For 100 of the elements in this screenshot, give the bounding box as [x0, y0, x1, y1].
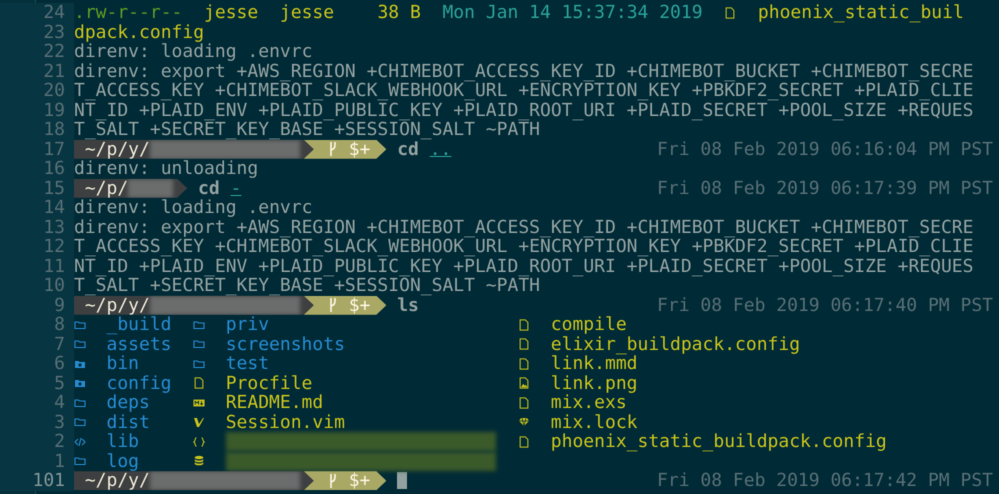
- vim-icon: [193, 416, 206, 428]
- folder-icon: [74, 416, 86, 428]
- output-line: NT_ID +PLAID_ENV +PLAID_PUBLIC_KEY +PLAID_ROOT_URI +PLAID_SECRET +POOL_SIZE +REQUES: [74, 100, 974, 120]
- timestamp: Fri 08 Feb 2019 06:17:39 PM PST: [657, 178, 993, 198]
- line-number: 8: [0, 315, 74, 334]
- output-line: direnv: loading .envrc: [74, 198, 312, 218]
- command-argument: ..: [430, 140, 452, 159]
- file-icon: [518, 436, 530, 448]
- file-name: phoenix_static_buildpack.config: [550, 432, 887, 452]
- line-number: 17: [0, 140, 74, 159]
- git-status: $+: [348, 296, 370, 315]
- timestamp: Fri 08 Feb 2019 06:16:04 PM PST: [657, 140, 993, 159]
- output-line: T_SALT +SECRET_KEY_BASE +SESSION_SALT ~PATH: [74, 276, 540, 296]
- file-name: link.png: [550, 374, 638, 393]
- file-icon: [518, 358, 530, 370]
- line-number: 12: [0, 237, 74, 256]
- redaction: [128, 178, 174, 198]
- file-icon: [193, 377, 206, 390]
- output-line: direnv: loading .envrc: [74, 42, 312, 62]
- file-icon: [518, 338, 530, 350]
- command: ls: [397, 296, 419, 315]
- prompt-path: ~/p/y/: [84, 140, 150, 159]
- file-name: compile: [550, 315, 627, 334]
- line-number: 101: [0, 471, 74, 490]
- code-icon: [74, 436, 86, 448]
- line-number: 20: [0, 81, 74, 100]
- output-line: direnv: export +AWS_REGION +CHIMEBOT_ACCESS_KEY_ID +CHIMEBOT_BUCKET +CHIMEBOT_SECRE: [74, 218, 974, 237]
- timestamp: Fri 08 Feb 2019 06:17:40 PM PST: [657, 296, 993, 315]
- line-number: 4: [0, 393, 74, 412]
- database-icon: [193, 455, 206, 468]
- line-number: 19: [0, 100, 74, 120]
- output-line: T_ACCESS_KEY +CHIMEBOT_SLACK_WEBHOOK_URL +ENCRYPTION_KEY +PBKDF2_SECRET +PLAID_CLIE: [74, 81, 974, 100]
- file-name: _build: [106, 315, 172, 334]
- modified-date: Mon Jan 14 15:37:34 2019: [442, 3, 703, 22]
- file-name: dist: [106, 412, 150, 432]
- file-size: 38 B: [377, 3, 421, 22]
- file-name: deps: [106, 393, 150, 412]
- file-icon: [518, 396, 530, 409]
- folder-icon: [193, 318, 206, 331]
- branch-icon: [328, 472, 338, 489]
- folder-icon: [74, 396, 86, 409]
- file-icon: [724, 6, 736, 19]
- folder-icon: [193, 358, 206, 370]
- git-status: $+: [348, 471, 370, 490]
- prompt-path: ~/p/y/: [84, 296, 150, 315]
- gem-icon: [518, 416, 530, 428]
- branch-icon: [328, 297, 338, 314]
- file-name: mix.lock: [550, 412, 638, 432]
- line-number: 11: [0, 256, 74, 276]
- output-line: NT_ID +PLAID_ENV +PLAID_PUBLIC_KEY +PLAID_ROOT_URI +PLAID_SECRET +POOL_SIZE +REQUES: [74, 256, 974, 276]
- line-number: 21: [0, 62, 74, 81]
- file-name: assets: [106, 334, 172, 354]
- file-name: Session.vim: [226, 412, 345, 432]
- line-number: 3: [0, 412, 74, 432]
- file-name: lib: [106, 432, 140, 452]
- file-name: screenshots: [226, 334, 345, 354]
- folder-icon: [74, 318, 86, 331]
- output-line: T_ACCESS_KEY +CHIMEBOT_SLACK_WEBHOOK_URL +ENCRYPTION_KEY +PBKDF2_SECRET +PLAID_CLIE: [74, 237, 974, 256]
- folder-icon: [193, 338, 206, 350]
- file-icon: [518, 318, 530, 331]
- line-number: 9: [0, 296, 74, 315]
- group: jesse: [280, 3, 334, 22]
- file-name: Procfile: [226, 374, 312, 393]
- line-number: 13: [0, 218, 74, 237]
- command-argument: -: [230, 178, 242, 198]
- line-number: 23: [0, 22, 74, 42]
- line-number: 24: [0, 3, 74, 22]
- timestamp: Fri 08 Feb 2019 06:17:42 PM PST: [657, 471, 993, 490]
- line-number: 1: [0, 452, 74, 471]
- file-name: dpack.config: [74, 22, 204, 42]
- line-number: 2: [0, 432, 74, 452]
- branch-icon: [328, 141, 338, 158]
- file-name: bin: [106, 354, 140, 374]
- line-number: 14: [0, 198, 74, 218]
- line-number: 10: [0, 276, 74, 296]
- line-number: 16: [0, 159, 74, 178]
- line-number: 6: [0, 354, 74, 374]
- command: cd: [198, 178, 220, 198]
- markdown-icon: [193, 396, 206, 409]
- output-line: direnv: export +AWS_REGION +CHIMEBOT_ACCESS_KEY_ID +CHIMEBOT_BUCKET +CHIMEBOT_SECRE: [74, 62, 974, 81]
- file-name: elixir_buildpack.config: [550, 334, 800, 354]
- folder-icon: [74, 455, 86, 468]
- file-name: phoenix_static_buil: [758, 3, 964, 22]
- git-status: $+: [348, 140, 370, 159]
- image-file-icon: [518, 377, 530, 390]
- line-number: 5: [0, 374, 74, 393]
- line-number: 18: [0, 120, 74, 140]
- prompt-path: ~/p/y/: [84, 471, 150, 490]
- output-line: direnv: unloading: [74, 159, 258, 178]
- file-name: link.mmd: [550, 354, 638, 374]
- file-name: priv: [226, 315, 270, 334]
- file-name: test: [226, 354, 270, 374]
- command: cd: [397, 140, 419, 159]
- file-name: README.md: [226, 393, 324, 412]
- file-name: mix.exs: [550, 393, 627, 412]
- line-number: 22: [0, 42, 74, 62]
- folder-icon: [74, 338, 86, 350]
- permissions: .rw-r--r--: [74, 3, 182, 22]
- prompt-path: ~/p/: [84, 178, 128, 198]
- line-number: 15: [0, 178, 74, 198]
